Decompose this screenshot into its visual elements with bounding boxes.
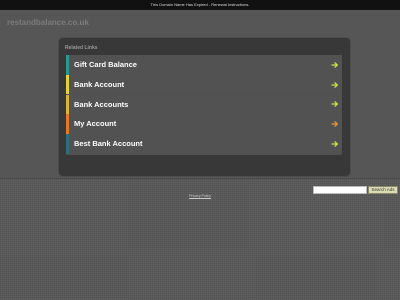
related-link-label: My Account <box>74 119 117 129</box>
related-links-heading: Related Links <box>65 45 98 51</box>
related-link-my-account[interactable]: My Account <box>66 114 342 134</box>
related-links-panel: Related Links Gift Card Balance Bank Acc… <box>59 38 350 176</box>
related-link-label: Best Bank Account <box>74 139 143 149</box>
related-link-bank-account[interactable]: Bank Account <box>66 74 342 95</box>
expired-domain-notice-bar: This Domain Name Has Expired - Renewal I… <box>0 0 400 10</box>
renewal-instructions-link[interactable]: This Domain Name Has Expired - Renewal I… <box>151 2 250 7</box>
related-link-label: Bank Account <box>74 79 125 89</box>
privacy-policy-link[interactable]: Privacy Policy <box>0 194 400 198</box>
related-link-bank-accounts[interactable]: Bank Accounts <box>66 94 342 115</box>
related-link-label: Gift Card Balance <box>74 60 137 69</box>
related-link-label: Bank Accounts <box>74 99 129 109</box>
header: restandbalance.co.uk Related Links Gift … <box>0 10 400 179</box>
related-link-gift-card-balance[interactable]: Gift Card Balance <box>66 55 342 75</box>
search-ads-button[interactable]: Search Ads <box>368 186 398 194</box>
arrow-right-icon <box>331 121 338 127</box>
domain-title: restandbalance.co.uk <box>7 18 89 27</box>
arrow-right-icon <box>331 141 338 147</box>
related-link-best-bank-account[interactable]: Best Bank Account <box>66 134 342 154</box>
arrow-right-icon <box>331 101 338 108</box>
arrow-right-icon <box>331 81 338 88</box>
search-input[interactable] <box>313 186 367 194</box>
arrow-right-icon <box>331 61 338 68</box>
related-links-list: Gift Card Balance Bank Account Bank Acco… <box>66 55 342 155</box>
